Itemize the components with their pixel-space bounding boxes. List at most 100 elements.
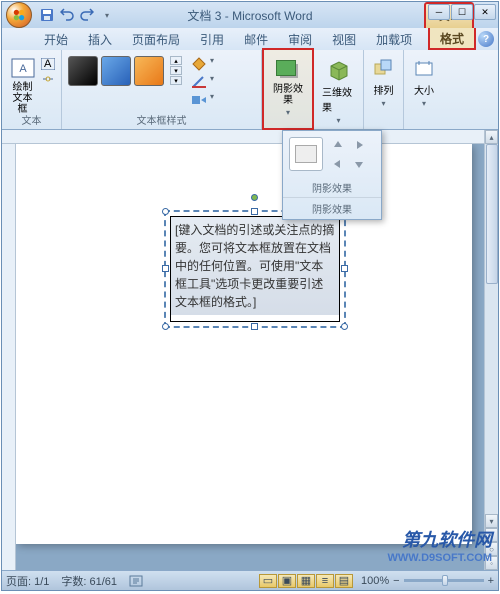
zoom-slider[interactable] — [404, 579, 484, 582]
office-button[interactable] — [6, 2, 32, 28]
resize-handle-mr[interactable] — [341, 265, 348, 272]
print-layout-view-icon[interactable]: ▭ — [259, 574, 277, 588]
full-screen-view-icon[interactable]: ▣ — [278, 574, 296, 588]
outline-view-icon[interactable]: ≡ — [316, 574, 334, 588]
svg-text:A: A — [44, 58, 52, 70]
ruler-vertical[interactable] — [2, 144, 16, 570]
zoom-in-button[interactable]: + — [488, 575, 494, 587]
gallery-down-icon[interactable]: ▾ — [170, 66, 182, 75]
rotate-handle[interactable] — [251, 194, 258, 201]
zoom-control: 100% − + — [361, 575, 494, 587]
undo-icon[interactable] — [58, 6, 76, 24]
scroll-thumb[interactable] — [486, 144, 498, 284]
create-link-icon[interactable] — [41, 73, 55, 85]
nudge-left-icon[interactable] — [329, 156, 347, 172]
view-buttons: ▭ ▣ ▦ ≡ ▤ — [259, 574, 353, 588]
tab-addins[interactable]: 加载项 — [366, 28, 422, 50]
quick-access-toolbar: ▾ — [38, 6, 116, 24]
tab-references[interactable]: 引用 — [190, 28, 234, 50]
tab-layout[interactable]: 页面布局 — [122, 28, 190, 50]
zoom-out-button[interactable]: − — [393, 575, 399, 587]
3d-effects-button[interactable]: 三维效果 ▾ — [320, 56, 357, 127]
arrange-icon — [373, 58, 395, 80]
no-shadow-icon — [295, 145, 317, 163]
shadow-label: 阴影效果 — [272, 84, 304, 106]
tab-home[interactable]: 开始 — [34, 28, 78, 50]
close-button[interactable]: ✕ — [474, 4, 496, 20]
change-shape-icon[interactable] — [190, 92, 208, 108]
save-icon[interactable] — [38, 6, 56, 24]
shape-outline-icon[interactable] — [190, 74, 208, 90]
style-gallery[interactable] — [68, 56, 164, 86]
resize-handle-tm[interactable] — [251, 208, 258, 215]
arrange-button[interactable]: 排列 ▾ — [370, 56, 397, 110]
group-textbox-styles: ▴ ▾ ▾ ▾ ▾ ▾ 文本框样式 — [62, 50, 262, 129]
shadow-effects-button[interactable]: 阴影效果 ▾ — [270, 56, 306, 119]
resize-handle-bm[interactable] — [251, 323, 258, 330]
redo-icon[interactable] — [78, 6, 96, 24]
language-icon[interactable] — [129, 575, 143, 587]
3d-label: 三维效果 — [322, 84, 355, 114]
web-layout-view-icon[interactable]: ▦ — [297, 574, 315, 588]
no-shadow-button[interactable] — [289, 137, 323, 171]
status-words[interactable]: 字数: 61/61 — [61, 573, 117, 589]
shape-fill-icon[interactable] — [190, 56, 208, 72]
watermark-line2: WWW.D9SOFT.COM — [388, 552, 493, 564]
nudge-up-icon[interactable] — [329, 137, 347, 153]
cube-icon — [327, 58, 351, 82]
textbox[interactable]: [键入文档的引述或关注点的摘要。您可将文本框放置在文档中的任何位置。可使用"文本… — [170, 216, 340, 322]
gallery-more-icon[interactable]: ▾ — [170, 76, 182, 85]
minimize-button[interactable]: ─ — [428, 4, 450, 20]
style-swatch-orange[interactable] — [134, 56, 164, 86]
group-text: A 绘制文本框 A 文本 — [2, 50, 62, 129]
ribbon-tabs: 开始 插入 页面布局 引用 邮件 审阅 视图 加载项 格式 — [2, 28, 498, 50]
outline-dropdown-icon[interactable]: ▾ — [210, 74, 214, 90]
text-direction-icon[interactable]: A — [41, 58, 55, 70]
resize-handle-bl[interactable] — [162, 323, 169, 330]
dropdown-shadow-label: 阴影效果 — [283, 178, 381, 197]
qat-more-icon[interactable]: ▾ — [98, 6, 116, 24]
style-swatch-blue[interactable] — [101, 56, 131, 86]
resize-handle-ml[interactable] — [162, 265, 169, 272]
ruler-horizontal[interactable] — [2, 130, 484, 144]
size-label: 大小 — [414, 82, 434, 97]
status-page[interactable]: 页面: 1/1 — [6, 573, 49, 589]
fill-dropdown-icon[interactable]: ▾ — [210, 56, 214, 72]
size-dropdown-icon: ▾ — [422, 99, 426, 108]
statusbar: 页面: 1/1 字数: 61/61 ▭ ▣ ▦ ≡ ▤ 100% − + — [2, 570, 498, 590]
style-swatch-black[interactable] — [68, 56, 98, 86]
change-shape-dropdown-icon[interactable]: ▾ — [210, 92, 214, 108]
shadow-icon — [274, 58, 302, 82]
maximize-button[interactable]: ☐ — [451, 4, 473, 20]
watermark: 第九软件网 WWW.D9SOFT.COM — [388, 526, 493, 564]
resize-handle-tl[interactable] — [162, 208, 169, 215]
tab-review[interactable]: 审阅 — [278, 28, 322, 50]
tab-view[interactable]: 视图 — [322, 28, 366, 50]
draft-view-icon[interactable]: ▤ — [335, 574, 353, 588]
zoom-thumb[interactable] — [442, 575, 448, 586]
vertical-scrollbar[interactable]: ▴ ▾ ◦ ○ ◦ — [484, 130, 498, 570]
arrange-label: 排列 — [374, 82, 394, 97]
group-shadow-highlighted: 阴影效果 ▾ — [262, 48, 314, 130]
draw-textbox-label: 绘制文本框 — [10, 82, 35, 115]
tab-mail[interactable]: 邮件 — [234, 28, 278, 50]
nudge-right-icon[interactable] — [350, 137, 368, 153]
titlebar: ▾ 文档 3 - Microsoft Word 文... ─ ☐ ✕ — [2, 2, 498, 28]
nudge-down-icon[interactable] — [350, 156, 368, 172]
3d-dropdown-icon: ▾ — [336, 116, 340, 125]
gallery-up-icon[interactable]: ▴ — [170, 56, 182, 65]
ribbon: A 绘制文本框 A 文本 ▴ ▾ ▾ — [2, 50, 498, 130]
help-icon[interactable]: ? — [478, 31, 494, 47]
tab-format[interactable]: 格式 — [428, 28, 476, 50]
tab-insert[interactable]: 插入 — [78, 28, 122, 50]
group-arrange: 排列 ▾ — [364, 50, 404, 129]
scroll-up-icon[interactable]: ▴ — [485, 130, 498, 144]
group-styles-label: 文本框样式 — [62, 112, 261, 127]
resize-handle-br[interactable] — [341, 323, 348, 330]
arrange-dropdown-icon: ▾ — [381, 99, 385, 108]
textbox-content[interactable]: [键入文档的引述或关注点的摘要。您可将文本框放置在文档中的任何位置。可使用"文本… — [171, 217, 339, 315]
zoom-level[interactable]: 100% — [361, 575, 389, 587]
draw-textbox-button[interactable]: A 绘制文本框 — [8, 56, 37, 117]
page[interactable]: [键入文档的引述或关注点的摘要。您可将文本框放置在文档中的任何位置。可使用"文本… — [16, 144, 472, 544]
size-button[interactable]: 大小 ▾ — [410, 56, 438, 110]
